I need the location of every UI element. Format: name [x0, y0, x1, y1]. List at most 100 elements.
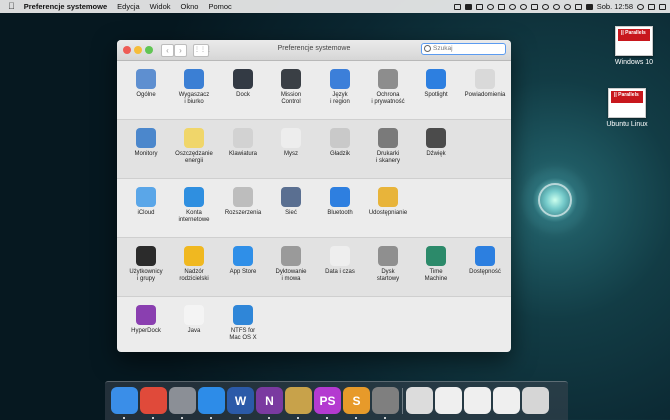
- pref-pane-label: Mysz: [284, 151, 298, 157]
- language-region-icon: [330, 69, 350, 89]
- time-machine-status-icon[interactable]: [541, 3, 549, 10]
- airplay-icon[interactable]: [530, 3, 538, 10]
- word-icon[interactable]: W: [227, 387, 254, 414]
- pref-pane-internet-accounts[interactable]: Konta internetowe: [169, 187, 219, 224]
- sublime-text-icon[interactable]: S: [343, 387, 370, 414]
- pref-pane-label: Data i czas: [325, 269, 355, 275]
- menu-help[interactable]: Pomoc: [203, 0, 236, 13]
- notification-center-icon[interactable]: [659, 3, 666, 10]
- archive-utility-icon[interactable]: [285, 387, 312, 414]
- pref-pane-printers-scanners[interactable]: Drukarki i skanery: [363, 128, 413, 165]
- pref-pane-extensions[interactable]: Rozszerzenia: [218, 187, 268, 217]
- window-thumbnail-icon[interactable]: [493, 387, 520, 414]
- date-time-icon: [330, 246, 350, 266]
- pref-pane-desktop-screensaver[interactable]: Wygaszacz i biurko: [169, 69, 219, 106]
- search-icon[interactable]: [637, 3, 644, 10]
- search-placeholder: Szukaj: [433, 45, 453, 52]
- pref-pane-spotlight[interactable]: Spotlight: [411, 69, 461, 99]
- pref-pane-general[interactable]: Ogólne: [121, 69, 171, 99]
- battery-icon[interactable]: [585, 3, 593, 10]
- pref-pane-sound[interactable]: Dźwięk: [411, 128, 461, 158]
- pref-pane-app-store[interactable]: App Store: [218, 246, 268, 276]
- pref-pane-time-machine[interactable]: Time Machine: [411, 246, 461, 283]
- dictation-speech-icon: [281, 246, 301, 266]
- pref-pane-date-time[interactable]: Data i czas: [315, 246, 365, 276]
- pref-pane-label: Ochrona i prywatność: [371, 92, 405, 105]
- launchpad-icon[interactable]: [169, 387, 196, 414]
- title-bar[interactable]: ‹ › ⋮⋮⋮ Preferencje systemowe Szukaj: [117, 40, 511, 61]
- pref-pane-label: Time Machine: [424, 269, 448, 282]
- pref-pane-accessibility[interactable]: Dostępność: [460, 246, 510, 276]
- desktop-screensaver-icon: [184, 69, 204, 89]
- pref-pane-bluetooth[interactable]: Bluetooth: [315, 187, 365, 217]
- pref-pane-mouse[interactable]: Mysz: [266, 128, 316, 158]
- pref-pane-java[interactable]: Java: [169, 305, 219, 335]
- pref-pane-label: Oszczędzanie energii: [175, 151, 213, 164]
- pref-pane-keyboard[interactable]: Klawiatura: [218, 128, 268, 158]
- trash-icon[interactable]: [522, 387, 549, 414]
- pref-pane-dock[interactable]: Dock: [218, 69, 268, 99]
- wifi-icon[interactable]: [563, 3, 571, 10]
- desktop-icon-windows10[interactable]: || Parallels Windows 10: [604, 26, 664, 66]
- pref-pane-hyperdock[interactable]: HyperDock: [121, 305, 171, 335]
- pref-pane-label: HyperDock: [131, 328, 161, 334]
- pref-pane-security-privacy[interactable]: Ochrona i prywatność: [363, 69, 413, 106]
- bluetooth-status-icon[interactable]: [552, 3, 560, 10]
- pref-pane-users-groups[interactable]: Użytkownicy i grupy: [121, 246, 171, 283]
- volume-icon[interactable]: [574, 3, 582, 10]
- search-field[interactable]: Szukaj: [421, 43, 506, 55]
- pref-pane-label: Dysk startowy: [376, 269, 400, 282]
- pref-pane-label: Klawiatura: [228, 151, 257, 157]
- status-icon[interactable]: [475, 3, 483, 10]
- preferences-row: Monitory Oszczędzanie energii Klawiatura My…: [117, 120, 511, 178]
- siri-icon[interactable]: [648, 3, 655, 10]
- safari-icon[interactable]: [198, 387, 225, 414]
- pref-pane-trackpad[interactable]: Gładzik: [315, 128, 365, 158]
- onenote-icon[interactable]: N: [256, 387, 283, 414]
- system-preferences-icon[interactable]: [372, 387, 399, 414]
- pref-pane-label: Dostępność: [469, 269, 501, 275]
- pref-pane-ntfs[interactable]: NTFS for Mac OS X: [218, 305, 268, 342]
- pref-pane-displays[interactable]: Monitory: [121, 128, 171, 158]
- status-icon[interactable]: [519, 3, 527, 10]
- general-icon: [136, 69, 156, 89]
- window-thumbnail-icon[interactable]: [464, 387, 491, 414]
- spotlight-icon: [426, 69, 446, 89]
- status-icon[interactable]: [497, 3, 505, 10]
- pref-pane-label: Monitory: [134, 151, 158, 157]
- printers-scanners-icon: [378, 128, 398, 148]
- status-icon[interactable]: [508, 3, 516, 10]
- status-icon[interactable]: [486, 3, 494, 10]
- window-thumbnail-icon[interactable]: [435, 387, 462, 414]
- pref-pane-parental-controls[interactable]: Nadzór rodzicielski: [169, 246, 219, 283]
- pref-pane-language-region[interactable]: Język i region: [315, 69, 365, 106]
- pref-pane-mission-control[interactable]: Mission Control: [266, 69, 316, 106]
- pref-pane-label: Powiadomienia: [464, 92, 506, 98]
- row-separator: [117, 237, 511, 238]
- pref-pane-dictation-speech[interactable]: Dyktowanie i mowa: [266, 246, 316, 283]
- security-privacy-icon: [378, 69, 398, 89]
- menu-view[interactable]: Widok: [145, 0, 176, 13]
- finder-icon[interactable]: [111, 387, 138, 414]
- dropbox-icon[interactable]: [453, 3, 461, 10]
- pref-pane-icloud[interactable]: iCloud: [121, 187, 171, 217]
- startup-disk-icon: [378, 246, 398, 266]
- menu-edit[interactable]: Edycja: [112, 0, 145, 13]
- apple-menu-icon[interactable]: : [0, 0, 19, 13]
- chrome-icon[interactable]: [140, 387, 167, 414]
- pref-pane-sharing[interactable]: Udostępnianie: [363, 187, 413, 217]
- menu-app-name[interactable]: Preferencje systemowe: [19, 0, 112, 13]
- pref-pane-label: Drukarki i skanery: [375, 151, 400, 164]
- pref-pane-network[interactable]: Sieć: [266, 187, 316, 217]
- clock[interactable]: Sob. 12:58: [597, 0, 633, 13]
- pref-pane-energy-saver[interactable]: Oszczędzanie energii: [169, 128, 219, 165]
- documents-stack-icon[interactable]: [406, 387, 433, 414]
- pref-pane-startup-disk[interactable]: Dysk startowy: [363, 246, 413, 283]
- phpstorm-icon[interactable]: PS: [314, 387, 341, 414]
- row-separator: [117, 178, 511, 179]
- desktop-icon-ubuntu[interactable]: || Parallels Ubuntu Linux: [597, 88, 657, 128]
- menu-window[interactable]: Okno: [176, 0, 204, 13]
- status-icon[interactable]: [464, 3, 472, 10]
- mission-control-icon: [281, 69, 301, 89]
- pref-pane-notifications[interactable]: Powiadomienia: [460, 69, 510, 99]
